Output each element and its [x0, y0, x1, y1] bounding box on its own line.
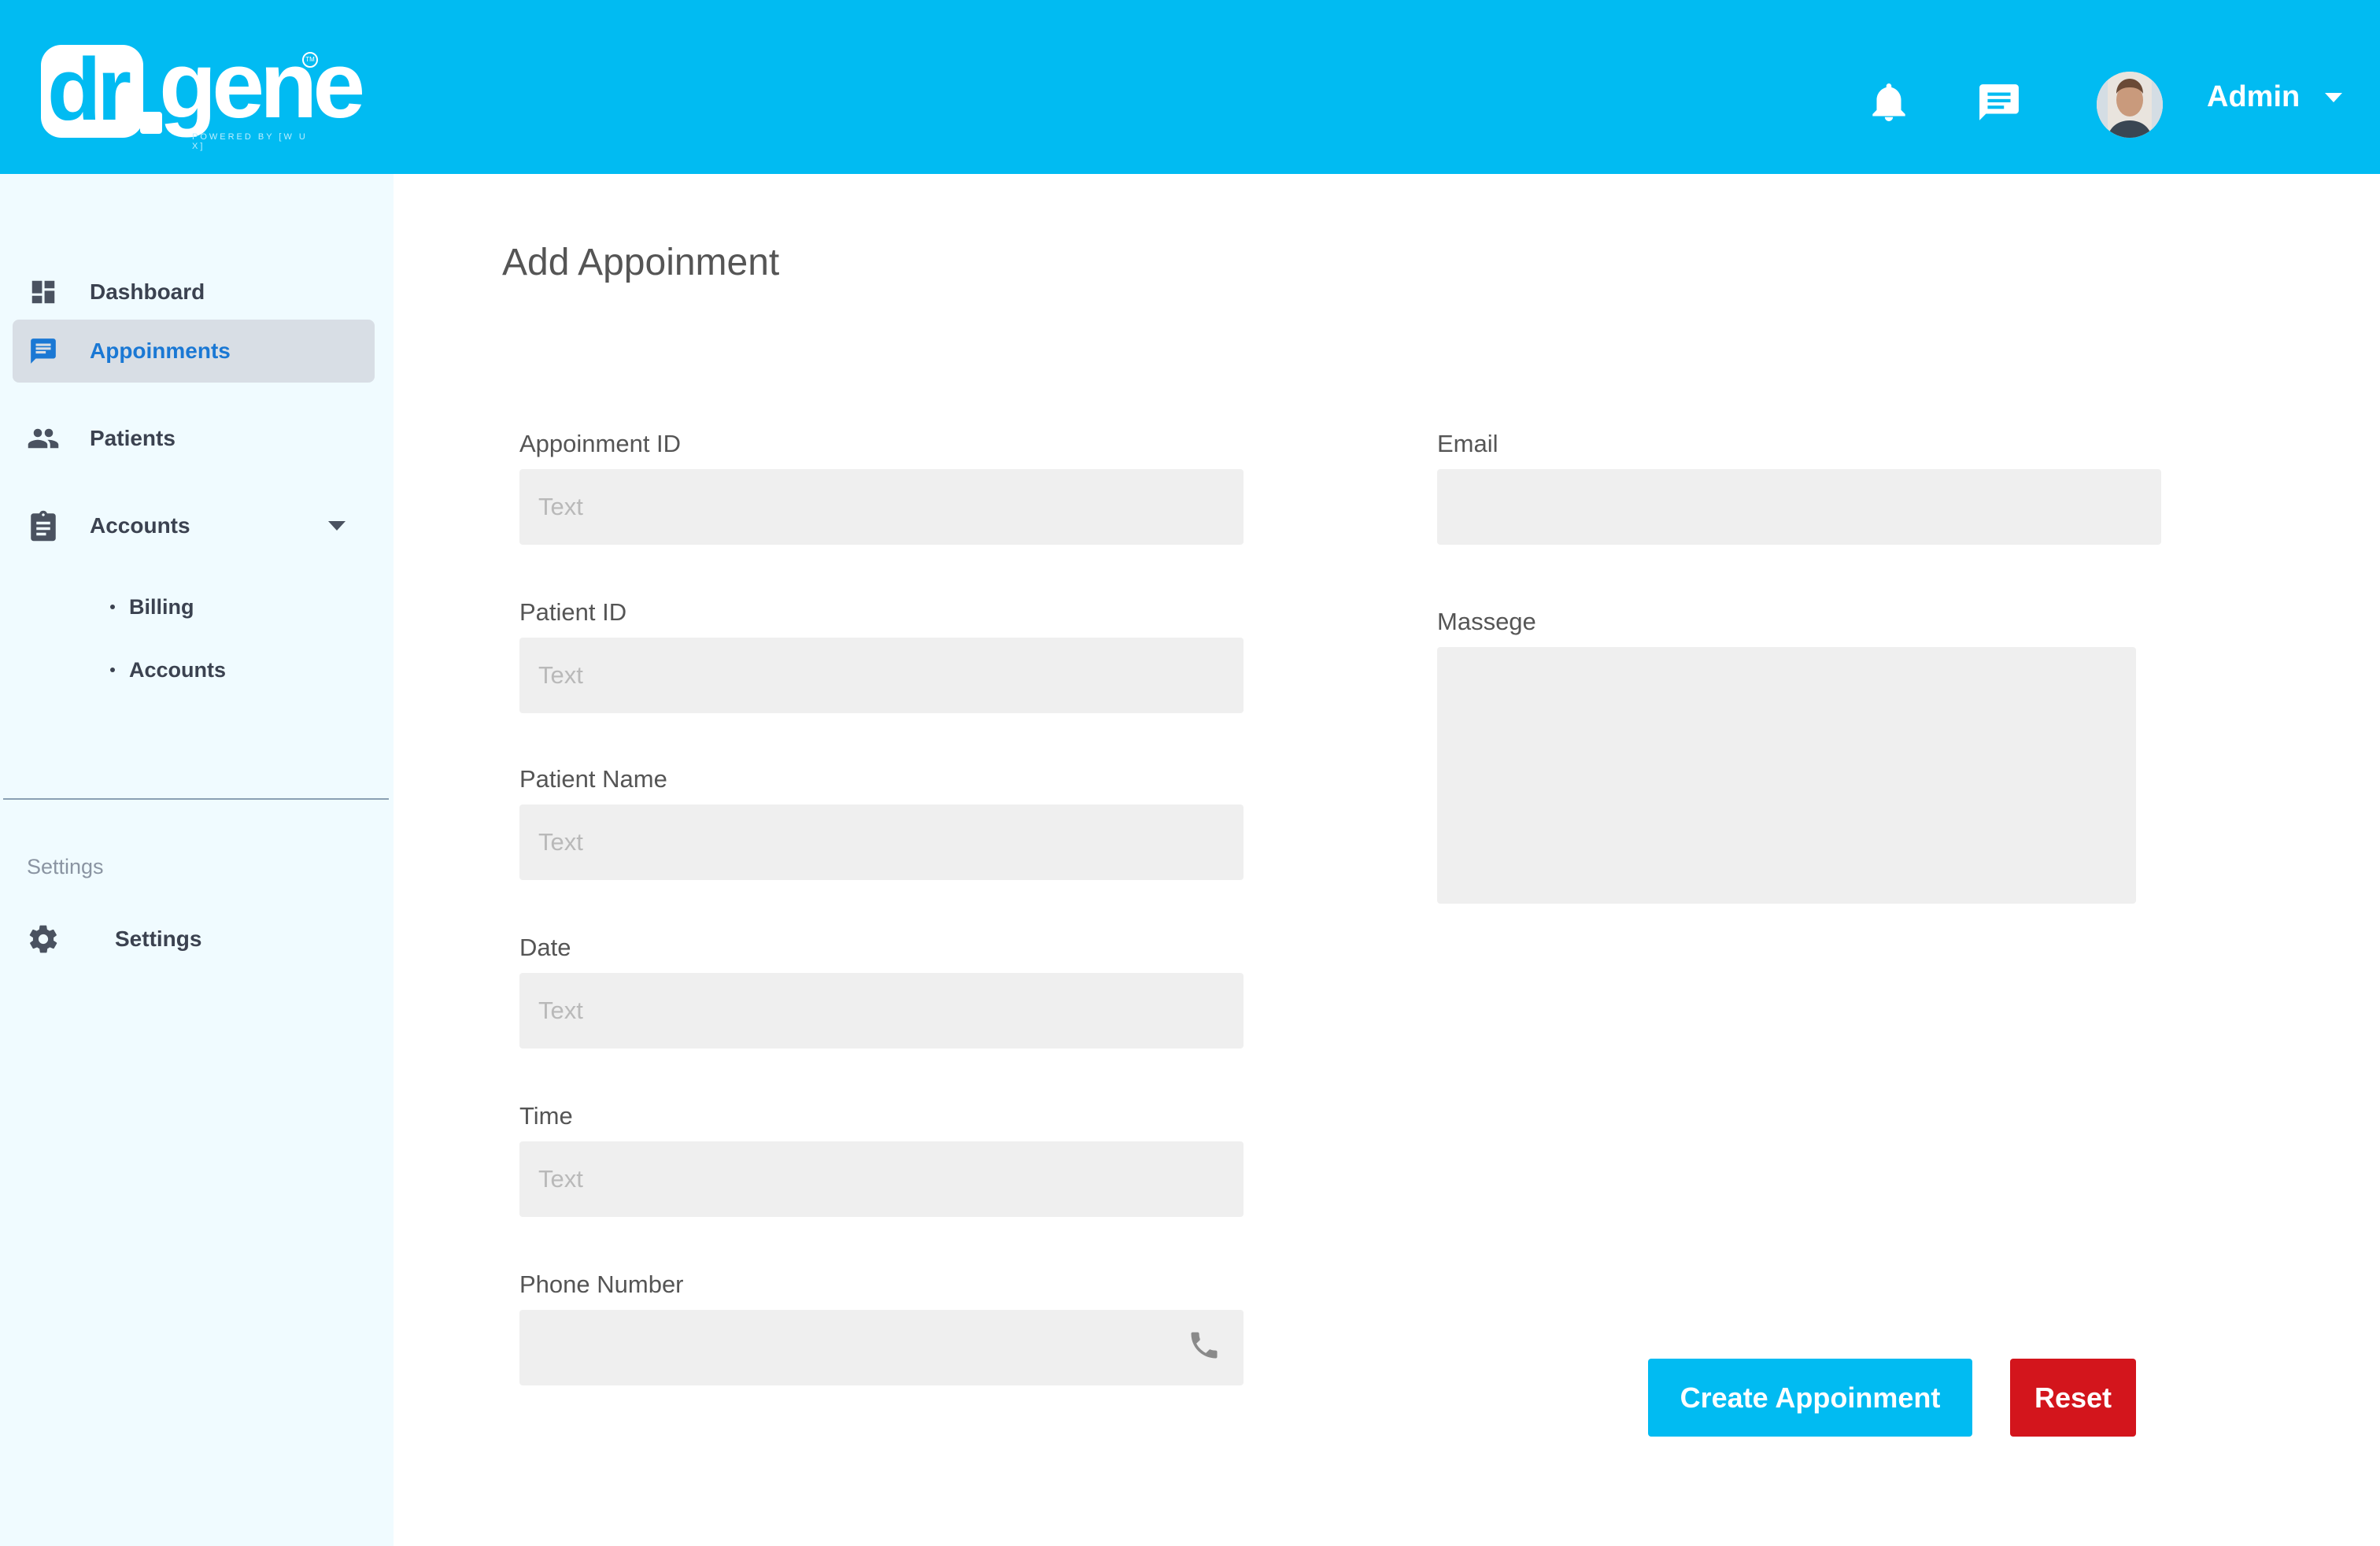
logo-powered-by: POWERED BY [W U X] — [192, 132, 308, 151]
dashboard-icon — [27, 276, 60, 309]
time-label: Time — [519, 1102, 573, 1130]
chat-icon[interactable] — [1977, 80, 2021, 124]
sidebar-item-settings[interactable]: Settings — [13, 908, 375, 971]
bullet-icon — [110, 604, 115, 609]
phone-number-label: Phone Number — [519, 1270, 684, 1298]
appointment-id-input[interactable] — [519, 469, 1244, 545]
patient-id-label: Patient ID — [519, 598, 627, 626]
patient-id-input[interactable] — [519, 638, 1244, 713]
email-label: Email — [1437, 430, 1499, 457]
date-input[interactable] — [519, 973, 1244, 1049]
reset-button[interactable]: Reset — [2010, 1359, 2136, 1437]
sidebar-item-appointments[interactable]: Appoinments — [13, 320, 375, 383]
trademark-icon: TM — [302, 52, 318, 68]
patient-name-label: Patient Name — [519, 765, 667, 793]
sidebar-item-label: Dashboard — [90, 279, 205, 304]
chevron-down-icon[interactable] — [326, 515, 348, 537]
people-icon — [27, 422, 60, 455]
phone-icon — [1185, 1326, 1223, 1365]
phone-number-input[interactable] — [519, 1310, 1244, 1385]
sidebar-item-patients[interactable]: Patients — [13, 407, 375, 470]
sidebar-section-title: Settings — [27, 855, 104, 878]
message-icon — [27, 335, 60, 368]
logo-text-gene: gene — [159, 32, 365, 138]
sidebar-divider — [3, 798, 389, 800]
top-header: dr gene TM POWERED BY [W U X] Admin — [0, 0, 2380, 174]
date-label: Date — [519, 934, 571, 961]
bell-icon[interactable] — [1868, 80, 1909, 124]
message-label: Massege — [1437, 608, 1536, 635]
patient-name-input[interactable] — [519, 804, 1244, 880]
sidebar-subitem-label: Accounts — [129, 658, 227, 682]
sidebar-item-dashboard[interactable]: Dashboard — [13, 261, 375, 324]
sidebar-item-label: Patients — [90, 426, 176, 450]
sidebar-subitem-label: Billing — [129, 595, 194, 619]
sidebar-item-accounts[interactable]: Accounts — [13, 494, 375, 557]
gear-icon — [27, 923, 60, 956]
drgene-logo[interactable]: dr gene TM POWERED BY [W U X] — [41, 38, 365, 156]
sidebar-item-label: Appoinments — [90, 338, 231, 363]
user-name[interactable]: Admin — [2207, 79, 2300, 115]
page-title: Add Appoinment — [502, 242, 780, 283]
sidebar-item-label: Accounts — [90, 513, 190, 538]
time-input[interactable] — [519, 1141, 1244, 1217]
appointment-id-label: Appoinment ID — [519, 430, 682, 457]
clipboard-icon — [27, 509, 60, 542]
email-field[interactable] — [1437, 469, 2161, 545]
chevron-down-icon[interactable] — [2321, 88, 2346, 107]
sidebar-item-label: Settings — [115, 926, 202, 951]
sidebar-subitem-accounts[interactable]: Accounts — [110, 654, 226, 686]
sidebar: Dashboard Appoinments Patients Accounts … — [0, 174, 394, 1546]
message-textarea[interactable] — [1437, 647, 2136, 904]
user-avatar[interactable] — [2097, 72, 2163, 138]
logo-text-dr: dr — [47, 40, 131, 139]
bullet-icon — [110, 667, 115, 672]
sidebar-subitem-billing[interactable]: Billing — [110, 591, 194, 623]
create-appointment-button[interactable]: Create Appoinment — [1648, 1359, 1972, 1437]
